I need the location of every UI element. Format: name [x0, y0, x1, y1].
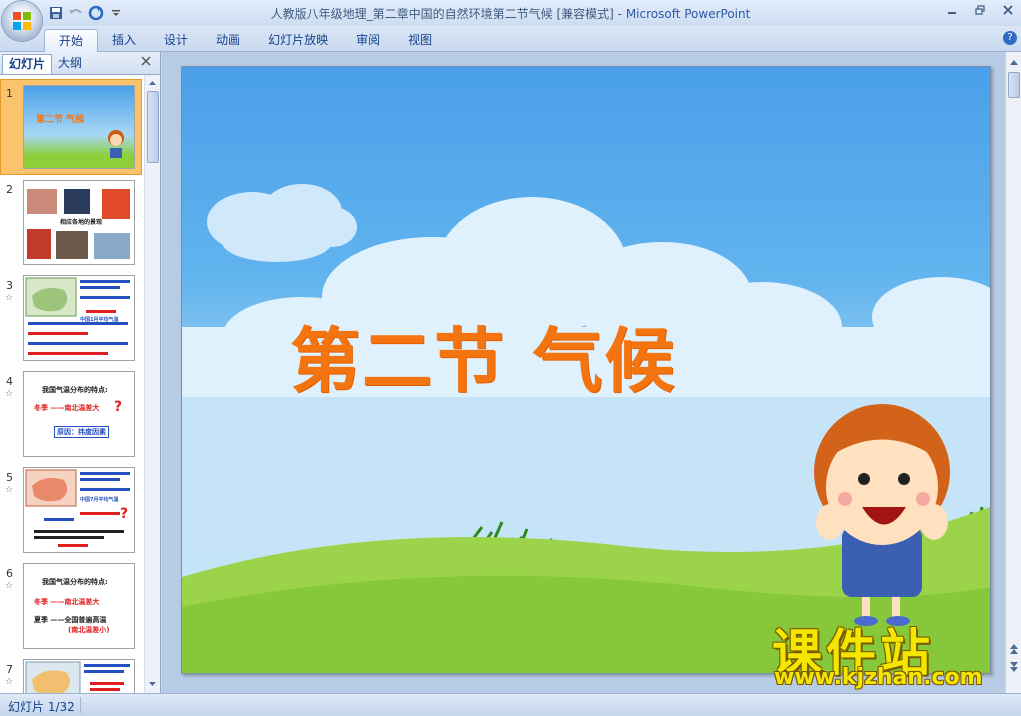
document-name: 人教版八年级地理_第二章中国的自然环境第二节气候 [兼容模式] — [270, 7, 614, 21]
small-cloud — [207, 184, 357, 262]
status-divider — [80, 697, 81, 713]
current-slide[interactable]: 第二节 气候 — [181, 66, 991, 674]
slide-scrollbar[interactable] — [1005, 52, 1021, 693]
tab-outline[interactable]: 大纲 — [52, 54, 88, 73]
thumbnail-map — [25, 661, 130, 693]
animation-star-icon: ☆ — [5, 485, 14, 495]
tab-home[interactable]: 开始 — [44, 29, 99, 52]
app-name: Microsoft PowerPoint — [625, 7, 751, 21]
window-title: 人教版八年级地理_第二章中国的自然环境第二节气候 [兼容模式] - Micros… — [0, 5, 1021, 22]
scrollbar-thumb[interactable] — [1008, 72, 1020, 98]
title-bar: 人教版八年级地理_第二章中国的自然环境第二节气候 [兼容模式] - Micros… — [0, 0, 1021, 26]
thumbnail-line: 夏季 ——全国普遍高温 — [34, 616, 107, 624]
slide-thumbnails[interactable]: 1 第二节 气候 2 相应各地的景观 3 ☆ 中国1月平均气温 4 ☆ 我国气温… — [0, 75, 144, 693]
slide-number: 3 — [6, 279, 13, 292]
watermark-url: www.kjzhan.com — [774, 665, 983, 690]
thumbnail-slide-4[interactable]: 我国气温分布的特点: 冬季 ——南北温差大 ? 原因：纬度因素 — [23, 371, 135, 457]
thumbnail-row-3[interactable]: 3 ☆ 中国1月平均气温 — [0, 271, 144, 363]
tab-slideshow[interactable]: 幻灯片放映 — [254, 29, 342, 51]
slide-number: 2 — [6, 183, 13, 196]
next-slide-icon[interactable] — [1007, 660, 1021, 674]
thumbnail-slide-5[interactable]: ? 中国7月平均气温 — [23, 467, 135, 553]
slide-editor: 第二节 气候 — [162, 52, 1005, 693]
close-icon[interactable] — [1001, 3, 1015, 17]
scroll-down-icon[interactable] — [147, 679, 158, 690]
thumbnail-row-6[interactable]: 6 ☆ 我国气温分布的特点: 冬季 ——南北温差大 夏季 ——全国普遍高温 (南… — [0, 559, 144, 651]
tab-insert[interactable]: 插入 — [98, 29, 150, 51]
pane-tabs: 幻灯片 大纲 — [0, 52, 160, 75]
office-logo-icon — [13, 12, 31, 30]
ribbon-tabs: 开始 插入 设计 动画 幻灯片放映 审阅 视图 — [44, 29, 446, 52]
svg-text:?: ? — [120, 506, 128, 522]
thumbnail-row-1[interactable]: 1 第二节 气候 — [0, 79, 144, 175]
tab-design[interactable]: 设计 — [150, 29, 202, 51]
thumbnail-caption: 中国7月平均气温 — [80, 497, 119, 503]
scrollbar-thumb[interactable] — [147, 91, 159, 163]
thumbnail-map: ? — [25, 469, 130, 547]
tab-slides[interactable]: 幻灯片 — [2, 54, 53, 74]
thumbnails-scrollbar[interactable] — [144, 75, 160, 693]
help-icon[interactable]: ? — [1003, 31, 1017, 45]
thumbnail-line: 冬季 ——南北温差大 — [34, 598, 100, 606]
slide-number: 7 — [6, 663, 13, 676]
scroll-up-icon[interactable] — [147, 77, 158, 88]
question-mark-icon: ? — [114, 399, 123, 415]
animation-star-icon: ☆ — [5, 389, 14, 399]
thumbnail-slide-3[interactable]: 中国1月平均气温 — [23, 275, 135, 361]
slide-title[interactable]: 第二节 气候 — [290, 305, 676, 406]
tab-animations[interactable]: 动画 — [202, 29, 254, 51]
thumbnail-row-4[interactable]: 4 ☆ 我国气温分布的特点: 冬季 ——南北温差大 ? 原因：纬度因素 — [0, 367, 144, 459]
ribbon: 开始 插入 设计 动画 幻灯片放映 审阅 视图 ? — [0, 26, 1021, 52]
thumbnail-illustration — [108, 130, 124, 158]
tab-review[interactable]: 审阅 — [342, 29, 394, 51]
slides-pane: 幻灯片 大纲 1 第二节 气候 2 相应各地的景观 3 ☆ 中国1月平均气温 4… — [0, 52, 161, 693]
restore-icon[interactable] — [973, 3, 987, 17]
watermark: 课件站 www.kjzhan.com — [768, 613, 1004, 693]
close-pane-icon[interactable] — [140, 55, 154, 69]
thumbnail-slide-7[interactable] — [23, 659, 135, 693]
animation-star-icon: ☆ — [5, 581, 14, 591]
thumbnail-line: 冬季 ——南北温差大 — [34, 404, 100, 412]
thumbnail-line: 我国气温分布的特点: — [42, 386, 108, 394]
slide-number: 1 — [6, 87, 13, 100]
prev-slide-icon[interactable] — [1007, 642, 1021, 656]
scroll-up-icon[interactable] — [1007, 56, 1021, 70]
animation-star-icon: ☆ — [5, 677, 14, 687]
slide-number: 4 — [6, 375, 13, 388]
animation-star-icon: ☆ — [5, 293, 14, 303]
status-bar: 幻灯片 1/32 — [0, 693, 1021, 716]
tab-view[interactable]: 视图 — [394, 29, 446, 51]
slide-number: 6 — [6, 567, 13, 580]
thumbnail-slide-2[interactable]: 相应各地的景观 — [23, 180, 135, 265]
thumbnail-line: 原因：纬度因素 — [54, 426, 109, 438]
thumbnail-row-2[interactable]: 2 相应各地的景观 — [0, 175, 144, 267]
minimize-icon[interactable] — [945, 3, 959, 17]
title-separator: - — [613, 7, 626, 21]
thumbnail-row-7[interactable]: 7 ☆ — [0, 655, 144, 693]
thumbnail-slide-1[interactable]: 第二节 气候 — [23, 85, 135, 169]
thumbnail-caption: 中国1月平均气温 — [80, 317, 119, 323]
thumbnail-row-5[interactable]: 5 ☆ ? 中国7月平均气温 — [0, 463, 144, 555]
office-button[interactable] — [2, 1, 42, 41]
slide-number: 5 — [6, 471, 13, 484]
thumbnail-line: 我国气温分布的特点: — [42, 578, 108, 586]
thumbnail-line: (南北温差小) — [68, 626, 110, 634]
thumbnail-slide-6[interactable]: 我国气温分布的特点: 冬季 ——南北温差大 夏季 ——全国普遍高温 (南北温差小… — [23, 563, 135, 649]
slide-indicator: 幻灯片 1/32 — [8, 700, 75, 714]
window-controls — [945, 3, 1015, 17]
thumbnail-caption: 相应各地的景观 — [60, 219, 103, 226]
